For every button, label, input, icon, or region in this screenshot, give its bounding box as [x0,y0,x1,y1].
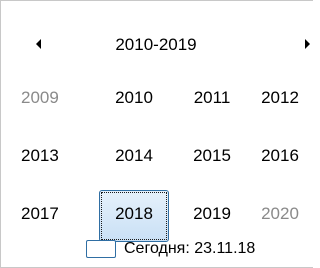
year-cell[interactable]: 2014 [95,127,173,185]
triangle-right-icon [305,39,310,49]
year-label: 2010 [115,88,153,107]
year-cell[interactable]: 2017 [17,185,95,243]
year-label: 2019 [193,204,231,223]
previous-decade-button[interactable] [15,25,55,65]
next-decade-button[interactable] [289,25,320,65]
year-cell[interactable]: 2020 [251,185,309,243]
year-cell[interactable]: 2019 [173,185,251,243]
year-cell-selected[interactable]: 2018 [95,185,173,243]
year-label: 2013 [21,146,59,165]
decade-title[interactable]: 2010-2019 [91,33,221,57]
year-label: 2015 [193,146,231,165]
year-label: 2014 [115,146,153,165]
year-label: 2011 [193,88,231,107]
year-cell[interactable]: 2016 [251,127,309,185]
year-cell[interactable]: 2010 [95,69,173,127]
year-cell[interactable]: 2009 [17,69,95,127]
year-label: 2016 [261,146,299,165]
year-grid: 2009 2010 2011 2012 2013 2014 2015 2016 2017 2018… [17,69,309,243]
year-cell[interactable]: 2013 [17,127,95,185]
year-label: 2018 [115,204,153,223]
year-cell[interactable]: 2015 [173,127,251,185]
today-label: Сегодня: 23.11.18 [124,240,256,257]
year-label: 2017 [21,204,59,223]
triangle-left-icon [36,39,41,49]
year-cell[interactable]: 2012 [251,69,309,127]
year-label: 2009 [21,88,59,107]
year-label: 2012 [261,88,299,107]
calendar-header: 2010-2019 [1,25,313,65]
year-label: 2020 [261,204,299,223]
year-cell[interactable]: 2011 [173,69,251,127]
today-marker [86,240,116,258]
today-link[interactable]: Сегодня: 23.11.18 [86,238,255,260]
month-calendar: 2010-2019 2009 2010 2011 2012 2013 2014 2015 20… [0,0,313,268]
